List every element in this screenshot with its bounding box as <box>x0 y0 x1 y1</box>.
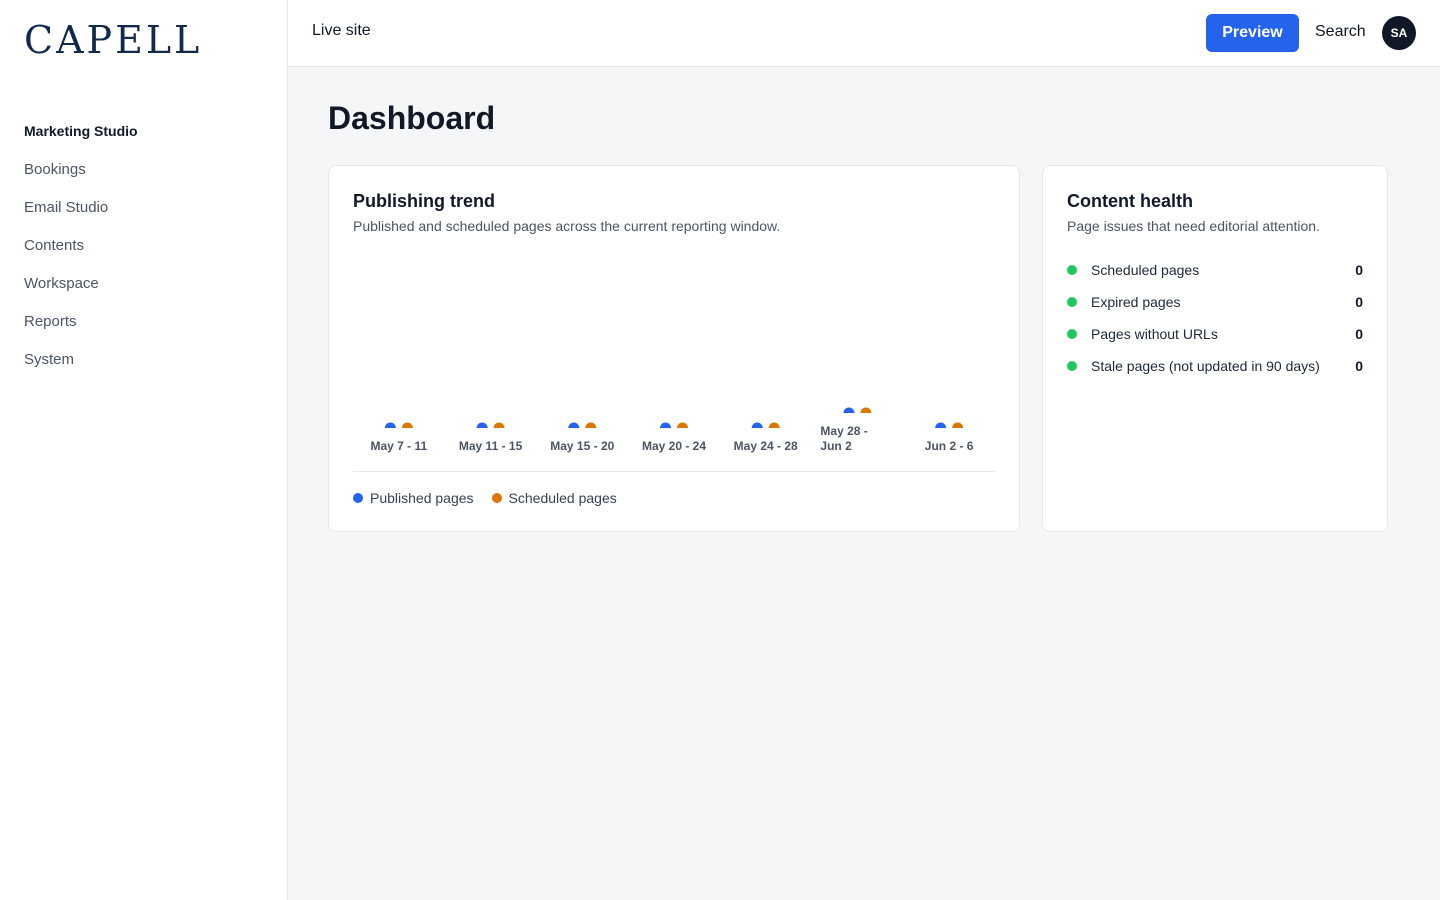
x-tick-label: May 28 - Jun 2 <box>820 424 868 453</box>
publishing-trend-chart <box>384 407 964 429</box>
health-item-stale[interactable]: Stale pages (not updated in 90 days) 0 <box>1067 350 1363 382</box>
x-tick-label: Jun 2 - 6 <box>924 439 974 453</box>
x-tick-label: May 11 - 15 <box>458 439 523 453</box>
bar-cap-scheduled[interactable] <box>952 422 964 429</box>
legend-label-scheduled: Scheduled pages <box>508 490 617 506</box>
bar-cap-published[interactable] <box>843 407 855 414</box>
status-dot-icon <box>1067 361 1077 371</box>
preview-button[interactable]: Preview <box>1206 14 1299 52</box>
bar-cap-published[interactable] <box>384 422 396 428</box>
bar-cap-scheduled[interactable] <box>860 407 872 414</box>
status-dot-icon <box>1067 265 1077 275</box>
content-health-card: Content health Page issues that need edi… <box>1042 165 1388 532</box>
bar-cap-scheduled[interactable] <box>768 422 780 429</box>
legend-swatch-published <box>353 493 363 503</box>
health-item-count: 0 <box>1355 294 1363 310</box>
health-item-label: Stale pages (not updated in 90 days) <box>1091 358 1320 374</box>
x-tick-label: May 7 - 11 <box>370 439 428 453</box>
status-dot-icon <box>1067 297 1077 307</box>
x-tick-label: May 24 - 28 <box>733 439 798 453</box>
sidebar: CAPELL Marketing Studio Bookings Email S… <box>0 0 288 900</box>
bar-cap-published[interactable] <box>751 422 763 429</box>
chart-divider <box>353 471 995 472</box>
legend-label-published: Published pages <box>370 490 474 506</box>
health-item-no-urls[interactable]: Pages without URLs 0 <box>1067 318 1363 350</box>
card-subtitle: Page issues that need editorial attentio… <box>1067 218 1320 234</box>
sidebar-item-marketing-studio[interactable]: Marketing Studio <box>24 112 138 150</box>
health-item-count: 0 <box>1355 326 1363 342</box>
bar-cap-published[interactable] <box>476 422 488 429</box>
bar-cap-scheduled[interactable] <box>493 422 505 429</box>
health-item-scheduled[interactable]: Scheduled pages 0 <box>1067 254 1363 286</box>
bar-cap-published[interactable] <box>660 422 671 429</box>
legend-swatch-scheduled <box>491 493 502 503</box>
sidebar-nav: Marketing Studio Bookings Email Studio C… <box>24 112 138 378</box>
brand-logo[interactable]: CAPELL <box>24 18 202 62</box>
x-tick-label: May 20 - 24 <box>641 439 707 453</box>
sidebar-item-system[interactable]: System <box>24 340 138 378</box>
chart-legend: Published pages Scheduled pages <box>353 490 617 506</box>
sidebar-item-bookings[interactable]: Bookings <box>24 150 138 188</box>
bar-cap-published[interactable] <box>935 422 947 429</box>
health-item-count: 0 <box>1355 358 1363 374</box>
sidebar-item-email-studio[interactable]: Email Studio <box>24 188 138 226</box>
health-item-label: Scheduled pages <box>1091 262 1200 278</box>
health-item-label: Expired pages <box>1091 294 1181 310</box>
user-avatar[interactable]: SA <box>1382 16 1416 50</box>
legend-item-scheduled[interactable]: Scheduled pages <box>491 490 617 506</box>
health-item-count: 0 <box>1355 262 1363 278</box>
sidebar-item-reports[interactable]: Reports <box>24 302 138 340</box>
legend-item-published[interactable]: Published pages <box>353 490 474 506</box>
health-item-expired[interactable]: Expired pages 0 <box>1067 286 1363 318</box>
live-site-link[interactable]: Live site <box>312 22 371 40</box>
status-dot-icon <box>1067 329 1077 339</box>
search-link[interactable]: Search <box>1315 23 1366 41</box>
health-list: Scheduled pages 0 Expired pages 0 Pages … <box>1067 254 1363 382</box>
card-title: Content health <box>1067 191 1193 211</box>
bar-cap-scheduled[interactable] <box>677 422 688 429</box>
top-bar: Live site Preview Search SA <box>288 0 1440 67</box>
sidebar-item-contents[interactable]: Contents <box>24 226 138 264</box>
sidebar-item-workspace[interactable]: Workspace <box>24 264 138 302</box>
bar-cap-scheduled[interactable] <box>585 422 597 429</box>
bar-cap-published[interactable] <box>568 422 580 429</box>
health-item-label: Pages without URLs <box>1091 326 1218 342</box>
publishing-trend-card: Publishing trend Published and scheduled… <box>328 165 1020 532</box>
bar-cap-scheduled[interactable] <box>401 422 413 429</box>
page-title: Dashboard <box>328 100 496 136</box>
x-tick-label: May 15 - 20 <box>550 439 615 453</box>
